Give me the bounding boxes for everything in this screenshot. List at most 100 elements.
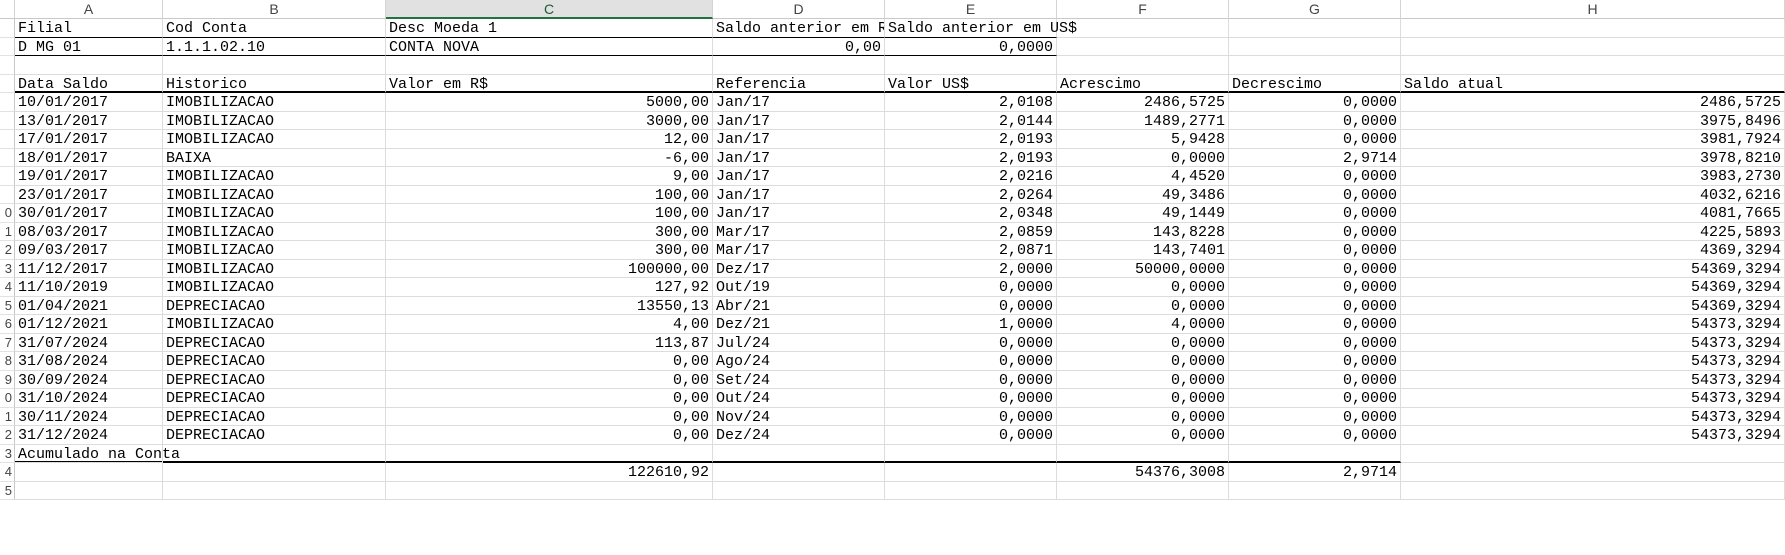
desc-moeda-value[interactable]: CONTA NOVA <box>386 37 713 56</box>
table-cell[interactable]: Dez/24 <box>713 426 885 445</box>
row-header[interactable]: 1 <box>0 222 15 241</box>
table-cell[interactable]: 0,0000 <box>1229 296 1401 315</box>
spreadsheet-grid[interactable]: A B C D E F G H 0 1 2 3 4 5 6 7 8 9 0 1 2 3 4 5 Filial Cod Conta D… <box>0 0 1785 555</box>
table-cell[interactable]: Jul/24 <box>713 333 885 352</box>
table-cell[interactable]: 30/01/2017 <box>15 204 163 223</box>
table-cell[interactable]: 4081,7665 <box>1401 204 1785 223</box>
table-cell[interactable]: Jan/17 <box>713 167 885 186</box>
table-cell[interactable]: 0,00 <box>386 370 713 389</box>
table-cell[interactable]: 54373,3294 <box>1401 407 1785 426</box>
table-cell[interactable]: 300,00 <box>386 241 713 260</box>
empty-cell[interactable] <box>1401 56 1785 75</box>
empty-cell[interactable] <box>1229 56 1401 75</box>
empty-cell[interactable] <box>1057 19 1229 38</box>
row-header[interactable] <box>0 93 15 112</box>
empty-cell[interactable] <box>15 56 163 75</box>
table-header-6[interactable]: Decrescimo <box>1229 74 1401 93</box>
table-cell[interactable]: 0,00 <box>386 352 713 371</box>
table-cell[interactable]: 0,0000 <box>885 426 1057 445</box>
table-cell[interactable]: DEPRECIACAO <box>163 426 386 445</box>
table-header-1[interactable]: Historico <box>163 74 386 93</box>
table-cell[interactable]: 4369,3294 <box>1401 241 1785 260</box>
table-cell[interactable]: Out/24 <box>713 389 885 408</box>
row-header[interactable] <box>0 167 15 186</box>
column-header-f[interactable]: F <box>1057 0 1229 19</box>
table-cell[interactable]: Nov/24 <box>713 407 885 426</box>
table-cell[interactable]: 0,0000 <box>1229 111 1401 130</box>
table-cell[interactable]: 11/10/2019 <box>15 278 163 297</box>
table-cell[interactable]: 3981,7924 <box>1401 130 1785 149</box>
table-cell[interactable]: 4,4520 <box>1057 167 1229 186</box>
table-cell[interactable]: 01/12/2021 <box>15 315 163 334</box>
table-cell[interactable]: 08/03/2017 <box>15 222 163 241</box>
empty-cell[interactable] <box>1057 37 1229 56</box>
table-cell[interactable]: Abr/21 <box>713 296 885 315</box>
table-cell[interactable]: 18/01/2017 <box>15 148 163 167</box>
table-cell[interactable]: 54369,3294 <box>1401 259 1785 278</box>
table-cell[interactable]: 0,0000 <box>885 407 1057 426</box>
table-cell[interactable]: 12,00 <box>386 130 713 149</box>
table-cell[interactable]: 31/12/2024 <box>15 426 163 445</box>
table-cell[interactable]: 0,0000 <box>1229 93 1401 112</box>
column-header-e[interactable]: E <box>885 0 1057 19</box>
total-acrescimo[interactable]: 54376,3008 <box>1057 463 1229 482</box>
total-decrescimo[interactable]: 2,9714 <box>1229 463 1401 482</box>
table-cell[interactable]: 09/03/2017 <box>15 241 163 260</box>
empty-cell[interactable] <box>1401 463 1785 482</box>
table-cell[interactable]: 4,0000 <box>1057 315 1229 334</box>
table-cell[interactable]: Dez/17 <box>713 259 885 278</box>
table-cell[interactable]: 0,0000 <box>1057 389 1229 408</box>
table-cell[interactable]: 100,00 <box>386 185 713 204</box>
row-header[interactable]: 0 <box>0 204 15 223</box>
table-cell[interactable]: 0,0000 <box>1229 426 1401 445</box>
filial-header[interactable]: Filial <box>15 19 163 38</box>
table-cell[interactable]: 0,0000 <box>1229 241 1401 260</box>
table-cell[interactable]: 0,0000 <box>885 333 1057 352</box>
table-cell[interactable]: 0,0000 <box>1229 352 1401 371</box>
table-cell[interactable]: 4225,5893 <box>1401 222 1785 241</box>
table-cell[interactable]: 1489,2771 <box>1057 111 1229 130</box>
table-cell[interactable]: IMOBILIZACAO <box>163 167 386 186</box>
row-header[interactable]: 7 <box>0 333 15 352</box>
table-cell[interactable]: 31/07/2024 <box>15 333 163 352</box>
table-cell[interactable]: 0,0000 <box>1057 296 1229 315</box>
table-cell[interactable]: 0,0000 <box>1057 426 1229 445</box>
table-cell[interactable]: 0,0000 <box>1057 370 1229 389</box>
empty-cell[interactable] <box>15 481 163 500</box>
table-cell[interactable]: 0,0000 <box>885 296 1057 315</box>
table-cell[interactable]: 0,0000 <box>1229 370 1401 389</box>
table-cell[interactable]: 0,0000 <box>1057 278 1229 297</box>
table-cell[interactable]: BAIXA <box>163 148 386 167</box>
column-header-h[interactable]: H <box>1401 0 1785 19</box>
table-cell[interactable]: 0,00 <box>386 389 713 408</box>
empty-cell[interactable] <box>1229 37 1401 56</box>
table-cell[interactable]: 0,00 <box>386 407 713 426</box>
table-cell[interactable]: 2,0108 <box>885 93 1057 112</box>
table-cell[interactable]: 2,0193 <box>885 148 1057 167</box>
desc-moeda-header[interactable]: Desc Moeda 1 <box>386 19 713 38</box>
table-cell[interactable]: Set/24 <box>713 370 885 389</box>
table-cell[interactable]: Jan/17 <box>713 204 885 223</box>
table-header-3[interactable]: Referencia <box>713 74 885 93</box>
empty-cell[interactable] <box>163 56 386 75</box>
table-cell[interactable]: 30/09/2024 <box>15 370 163 389</box>
table-cell[interactable]: 2,0000 <box>885 259 1057 278</box>
table-cell[interactable]: 2,0859 <box>885 222 1057 241</box>
table-cell[interactable]: 0,0000 <box>1229 185 1401 204</box>
table-cell[interactable]: 0,0000 <box>1229 130 1401 149</box>
filial-value[interactable]: D MG 01 <box>15 37 163 56</box>
table-cell[interactable]: IMOBILIZACAO <box>163 185 386 204</box>
empty-cell[interactable] <box>386 56 713 75</box>
table-cell[interactable]: DEPRECIACAO <box>163 407 386 426</box>
table-cell[interactable]: 2486,5725 <box>1057 93 1229 112</box>
table-cell[interactable]: 0,0000 <box>1057 148 1229 167</box>
table-cell[interactable]: IMOBILIZACAO <box>163 204 386 223</box>
table-cell[interactable]: 2,0216 <box>885 167 1057 186</box>
table-cell[interactable]: 0,0000 <box>1229 389 1401 408</box>
table-cell[interactable]: IMOBILIZACAO <box>163 222 386 241</box>
table-cell[interactable]: 19/01/2017 <box>15 167 163 186</box>
table-cell[interactable]: 54373,3294 <box>1401 389 1785 408</box>
row-header[interactable]: 3 <box>0 259 15 278</box>
table-cell[interactable]: 49,1449 <box>1057 204 1229 223</box>
row-header[interactable]: 5 <box>0 481 15 500</box>
